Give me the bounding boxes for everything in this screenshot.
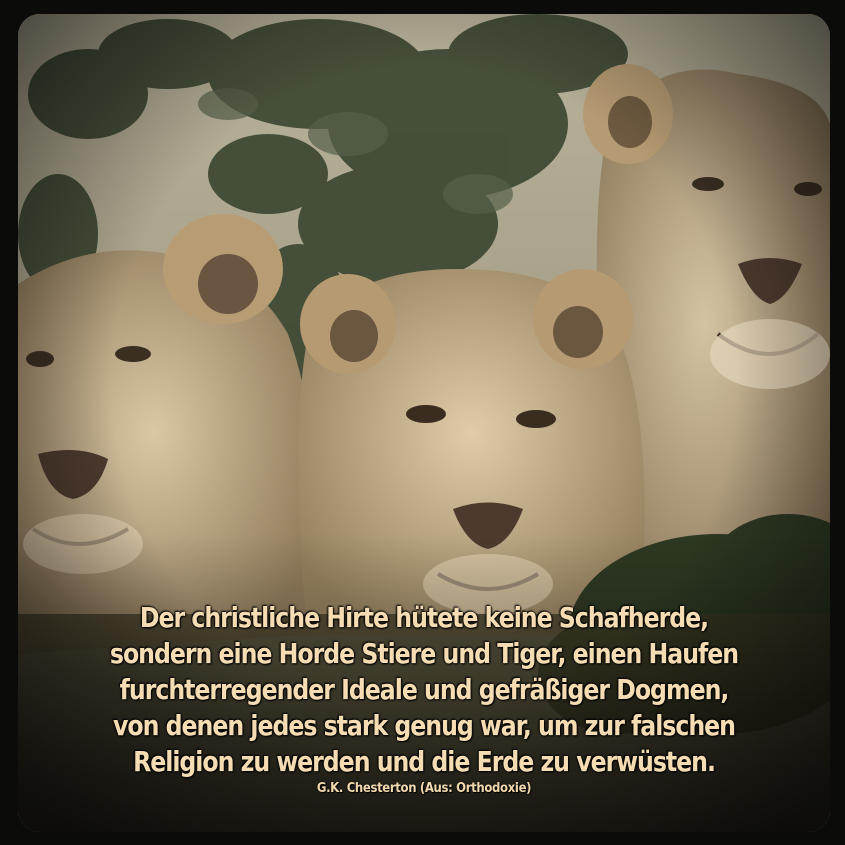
image-frame: Der christliche Hirte hütete keine Schaf… <box>0 0 845 845</box>
quote-author: G.K. Chesterton (Aus: Orthodoxie) <box>316 781 532 796</box>
quote-text: Der christliche Hirte hütete keine Schaf… <box>109 602 739 778</box>
quote-block: Der christliche Hirte hütete keine Schaf… <box>18 600 830 798</box>
